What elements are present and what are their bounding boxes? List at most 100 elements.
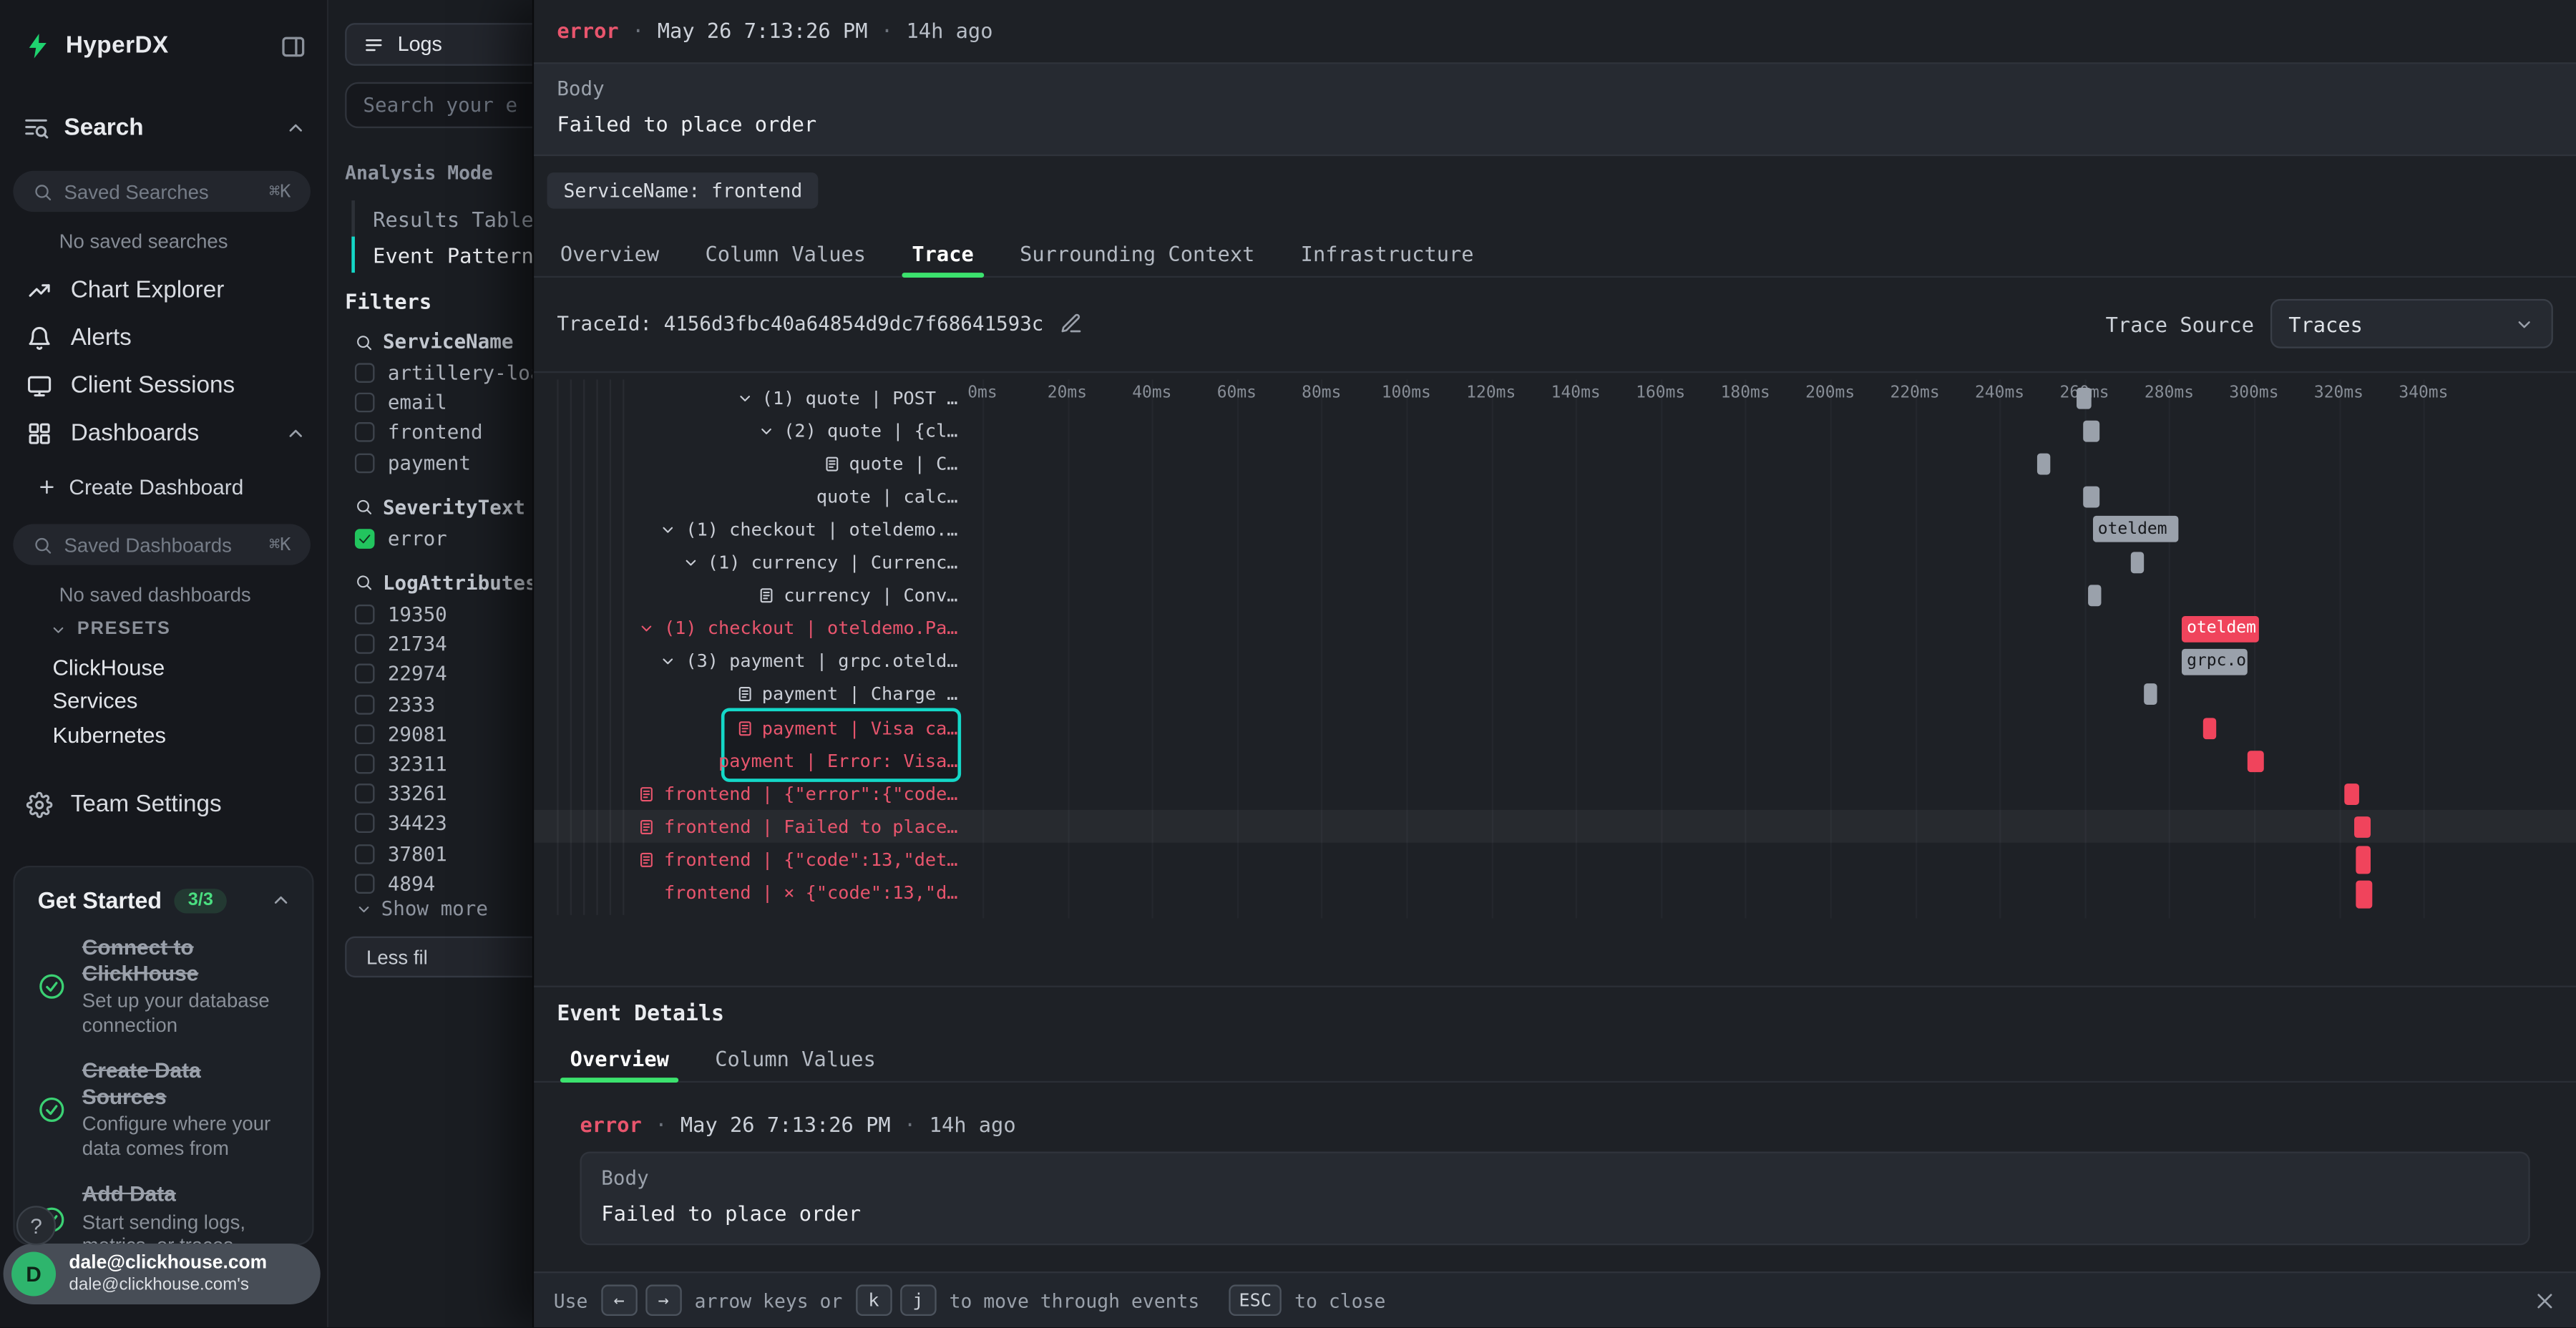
filter-option-21734[interactable]: 21734: [355, 630, 532, 660]
saved-dashboards-input[interactable]: Saved Dashboards ⌘K: [13, 524, 311, 565]
edit-trace-id-icon[interactable]: [1060, 312, 1083, 335]
event-details-tab-overview[interactable]: Overview: [547, 1037, 693, 1081]
checkbox[interactable]: [355, 664, 375, 684]
sidebar-item-dashboards[interactable]: Dashboards: [0, 409, 327, 457]
tab-infrastructure[interactable]: Infrastructure: [1278, 230, 1497, 275]
checkbox[interactable]: [355, 694, 375, 714]
close-panel-button[interactable]: [2533, 1289, 2556, 1312]
span-duration-bar[interactable]: oteldem: [2182, 615, 2258, 642]
create-dashboard-button[interactable]: Create Dashboard: [36, 475, 244, 499]
get-started-step[interactable]: Create Data SourcesConfigure where your …: [38, 1058, 293, 1160]
span-row-label[interactable]: (1) checkout | oteldemo.…: [534, 513, 957, 546]
span-row-label[interactable]: quote | C…: [534, 447, 957, 480]
get-started-header[interactable]: Get Started 3/3: [38, 887, 293, 914]
filter-group-logattributes[interactable]: LogAttributes: [355, 567, 532, 600]
user-menu[interactable]: D dale@clickhouse.com dale@clickhouse.co…: [4, 1244, 321, 1304]
less-filters-button[interactable]: Less fil: [345, 937, 532, 977]
filter-option-19350[interactable]: 19350: [355, 600, 532, 630]
filter-option-29081[interactable]: 29081: [355, 719, 532, 749]
trace-source-select[interactable]: Traces: [2270, 299, 2553, 348]
analysis-mode-event-patterns[interactable]: Event Patterns: [351, 237, 532, 273]
checkbox[interactable]: [355, 754, 375, 774]
span-row-label[interactable]: (1) quote | POST …: [534, 381, 957, 414]
span-duration-bar[interactable]: [2203, 717, 2216, 738]
sidebar-item-alerts[interactable]: Alerts: [0, 314, 327, 362]
filter-option-4894[interactable]: 4894: [355, 869, 532, 899]
sidebar-item-team-settings[interactable]: Team Settings: [26, 785, 308, 824]
filter-option-frontend[interactable]: frontend: [355, 418, 532, 448]
checkbox[interactable]: [355, 529, 375, 549]
filter-option-2333[interactable]: 2333: [355, 689, 532, 719]
tab-surrounding-context[interactable]: Surrounding Context: [997, 230, 1278, 275]
preset-kubernetes[interactable]: Kubernetes: [0, 718, 327, 751]
filter-option-payment[interactable]: payment: [355, 448, 532, 478]
filter-option-error[interactable]: error: [355, 524, 532, 554]
checkbox[interactable]: [355, 363, 375, 384]
collapse-sidebar-icon[interactable]: [279, 32, 307, 60]
span-duration-bar[interactable]: [2076, 387, 2091, 409]
span-duration-bar[interactable]: [2131, 552, 2144, 573]
span-row-label[interactable]: (3) payment | grpc.oteld…: [534, 645, 957, 678]
get-started-step[interactable]: Add DataStart sending logs, metrics, or …: [38, 1181, 293, 1246]
checkbox[interactable]: [355, 635, 375, 655]
analysis-mode-results-table[interactable]: Results Table: [351, 200, 532, 237]
span-duration-bar[interactable]: [2356, 846, 2371, 874]
span-row-label[interactable]: payment | Error: Visa…: [534, 744, 957, 777]
preset-clickhouse[interactable]: ClickHouse: [0, 650, 327, 684]
span-duration-bar[interactable]: [2248, 750, 2265, 771]
checkbox[interactable]: [355, 453, 375, 473]
sidebar-item-chart-explorer[interactable]: Chart Explorer: [0, 266, 327, 314]
span-row-label[interactable]: currency | Conv…: [534, 580, 957, 612]
tab-column-values[interactable]: Column Values: [682, 230, 889, 275]
filter-option-artillery-loa[interactable]: artillery-loa: [355, 358, 532, 389]
checkbox[interactable]: [355, 393, 375, 413]
service-name-tag[interactable]: ServiceName: frontend: [547, 172, 819, 209]
show-more-button[interactable]: Show more: [355, 897, 488, 920]
sidebar-section-search[interactable]: Search: [23, 109, 307, 148]
span-row-label[interactable]: quote | calc…: [534, 480, 957, 513]
span-row-label[interactable]: frontend | {"error":{"code…: [534, 777, 957, 810]
span-duration-bar[interactable]: [2082, 486, 2099, 507]
span-row-label[interactable]: payment | Charge …: [534, 678, 957, 711]
chevron-up-icon[interactable]: [270, 889, 293, 912]
filter-option-32311[interactable]: 32311: [355, 749, 532, 779]
get-started-step[interactable]: Connect to ClickHouseSet up your databas…: [38, 934, 293, 1036]
presets-toggle[interactable]: PRESETS: [49, 620, 171, 640]
saved-searches-input[interactable]: Saved Searches ⌘K: [13, 171, 311, 212]
span-row-label[interactable]: payment | Visa ca…: [534, 711, 957, 744]
span-duration-bar[interactable]: grpc.o: [2182, 648, 2248, 675]
span-row-label[interactable]: frontend | × {"code":13,"d…: [534, 877, 957, 909]
filter-option-37801[interactable]: 37801: [355, 839, 532, 869]
checkbox[interactable]: [355, 814, 375, 834]
filter-group-severitytext[interactable]: SeverityText: [355, 491, 532, 524]
help-button[interactable]: ?: [16, 1206, 56, 1245]
span-duration-bar[interactable]: oteldem: [2093, 517, 2177, 543]
sidebar-item-client-sessions[interactable]: Client Sessions: [0, 361, 327, 409]
span-duration-bar[interactable]: [2089, 585, 2102, 607]
span-row-label[interactable]: (1) checkout | oteldemo.Pa…: [534, 612, 957, 645]
preset-services[interactable]: Services: [0, 684, 327, 718]
chevron-up-icon[interactable]: [284, 117, 307, 140]
span-row-label[interactable]: frontend | {"code":13,"det…: [534, 844, 957, 877]
checkbox[interactable]: [355, 784, 375, 804]
filter-option-34423[interactable]: 34423: [355, 809, 532, 839]
checkbox[interactable]: [355, 724, 375, 744]
span-duration-bar[interactable]: [2356, 879, 2373, 907]
span-row-label[interactable]: (2) quote | {cl…: [534, 414, 957, 447]
checkbox[interactable]: [355, 844, 375, 864]
source-select-button[interactable]: Logs: [345, 23, 532, 66]
tab-overview[interactable]: Overview: [537, 230, 683, 275]
span-row-label[interactable]: (1) currency | Currenc…: [534, 546, 957, 579]
span-duration-bar[interactable]: [2082, 420, 2099, 441]
event-details-tab-column-values[interactable]: Column Values: [692, 1037, 899, 1081]
tab-trace[interactable]: Trace: [889, 230, 997, 275]
span-row-label[interactable]: frontend | Failed to place…: [534, 811, 957, 844]
span-duration-bar[interactable]: [2038, 453, 2051, 474]
checkbox[interactable]: [355, 423, 375, 443]
event-search-input[interactable]: Search your e: [345, 82, 532, 128]
filter-option-email[interactable]: email: [355, 388, 532, 418]
span-duration-bar[interactable]: [2144, 684, 2157, 706]
filter-option-33261[interactable]: 33261: [355, 778, 532, 809]
checkbox[interactable]: [355, 874, 375, 894]
span-duration-bar[interactable]: [2353, 816, 2371, 838]
